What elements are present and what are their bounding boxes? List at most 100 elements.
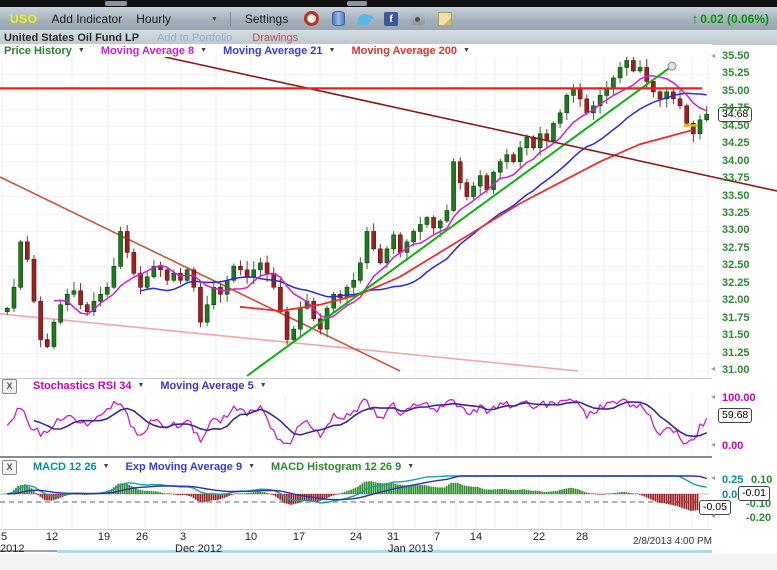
price-axis-label: 35.25 [722, 67, 772, 79]
x-axis-tick: 7 [424, 531, 450, 543]
note-icon[interactable] [438, 12, 452, 26]
x-axis-tick: 17 [286, 531, 312, 543]
symbol-subbar: United States Oil Fund LP Add to Portfol… [0, 30, 777, 45]
price-axis-label: 32.25 [722, 277, 772, 289]
hist-value-box: -0.01 [738, 486, 770, 501]
price-axis-label: 33.00 [722, 224, 772, 236]
x-axis-month: Dec 2012 [175, 543, 222, 555]
alarm-icon[interactable] [304, 11, 319, 26]
hist-axis-n020: -0.20 [746, 512, 771, 524]
macd-panel-header: X MACD 12 26 Exp Moving Average 9 MACD H… [0, 460, 712, 474]
price-axis-label: 34.50 [722, 120, 772, 132]
axis-marker-icon: ◂ [711, 440, 715, 449]
chevron-down-icon[interactable] [103, 461, 110, 473]
add-indicator-button[interactable]: Add Indicator [52, 12, 123, 26]
symbol-label[interactable]: USO [10, 12, 38, 26]
chevron-down-icon[interactable] [407, 461, 414, 473]
toolbar-divider [230, 12, 231, 26]
ma8-menu[interactable]: Moving Average 8 [101, 45, 194, 57]
chevron-down-icon[interactable] [260, 380, 267, 392]
x-axis-tick: 31 [380, 531, 406, 543]
price-axis-label: 35.50 [722, 50, 772, 62]
window-tab [105, 1, 127, 6]
close-icon[interactable]: X [2, 460, 17, 475]
x-axis-tick: 24 [343, 531, 369, 543]
up-arrow-icon [692, 12, 701, 26]
camera-icon[interactable] [411, 14, 425, 25]
toolbar-icons: f [304, 11, 452, 26]
facebook-icon[interactable]: f [384, 12, 398, 26]
hist-axis-010: 0.10 [751, 474, 772, 486]
price-chart[interactable] [0, 57, 777, 378]
twitter-icon[interactable] [358, 14, 371, 25]
stoch-menu[interactable]: Stochastics RSI 34 [33, 380, 131, 392]
x-axis-tick: 10 [238, 531, 264, 543]
price-axis-label: 31.75 [722, 312, 772, 324]
price-axis-label: 31.25 [722, 347, 772, 359]
panel-divider [0, 456, 712, 458]
chevron-down-icon[interactable] [329, 45, 336, 57]
chevron-down-icon[interactable] [463, 45, 470, 57]
bottom-margin [0, 554, 777, 570]
macd-ema-menu[interactable]: Exp Moving Average 9 [126, 461, 243, 473]
ma21-menu[interactable]: Moving Average 21 [223, 45, 322, 57]
x-axis-tick: 19 [91, 531, 117, 543]
close-icon[interactable]: X [2, 379, 17, 394]
axis-marker-icon: ◂ [711, 392, 715, 401]
window-top-strip [0, 0, 777, 7]
last-update-timestamp: 2/8/2013 4:00 PM [633, 536, 712, 547]
price-axis-label: 34.75 [722, 102, 772, 114]
timeframe-select[interactable]: Hourly [136, 12, 171, 26]
x-axis-tick: 3 [170, 531, 196, 543]
stoch-panel-header: X Stochastics RSI 34 Moving Average 5 [0, 379, 712, 393]
axis-divider [0, 529, 712, 530]
drawings-link[interactable]: Drawings [252, 32, 298, 44]
stoch-value-box: 59.68 [718, 408, 752, 423]
macd-menu[interactable]: MACD 12 26 [33, 461, 97, 473]
price-axis-label: 32.50 [722, 259, 772, 271]
chevron-down-icon[interactable] [200, 45, 207, 57]
macd-axis-025: 0.25 [722, 474, 743, 486]
price-history-menu[interactable]: Price History [4, 45, 72, 57]
price-axis-label: 32.75 [722, 242, 772, 254]
x-axis-tick: 5 [0, 531, 17, 543]
x-axis-month: 2012 [0, 543, 24, 555]
stochastics-chart[interactable] [0, 395, 712, 453]
price-axis-label: 33.75 [722, 172, 772, 184]
company-name: United States Oil Fund LP [4, 32, 139, 44]
x-axis-tick: 12 [39, 531, 65, 543]
price-axis-label: 33.50 [722, 190, 772, 202]
price-axis-label: 31.50 [722, 329, 772, 341]
ma200-menu[interactable]: Moving Average 200 [351, 45, 457, 57]
x-axis-tick: 28 [569, 531, 595, 543]
x-axis-tick: 22 [526, 531, 552, 543]
scan-icon[interactable] [332, 11, 345, 26]
price-axis-label: 33.25 [722, 207, 772, 219]
price-change: 0.02 (0.06%) [692, 7, 769, 30]
macd-chart[interactable] [0, 474, 712, 528]
macd-hist-menu[interactable]: MACD Histogram 12 26 9 [271, 461, 401, 473]
axis-marker-icon: ◂ [711, 473, 715, 482]
add-to-portfolio-link[interactable]: Add to Portfolio [157, 32, 232, 44]
chevron-down-icon[interactable] [248, 461, 255, 473]
chevron-down-icon[interactable] [211, 12, 218, 26]
axis-marker-icon: ◂ [711, 511, 715, 520]
x-axis-tick: 26 [129, 531, 155, 543]
settings-button[interactable]: Settings [245, 12, 288, 26]
charting-app: USO Add Indicator Hourly Settings f 0.02… [0, 0, 777, 570]
main-toolbar: USO Add Indicator Hourly Settings f 0.02… [0, 7, 777, 30]
stoch-axis-top: 100.00 [722, 392, 756, 404]
x-scrollbar[interactable] [57, 550, 712, 553]
axis-marker-icon: ◂ [711, 364, 715, 373]
price-axis-label: 34.00 [722, 155, 772, 167]
price-panel-header: Price History Moving Average 8 Moving Av… [0, 44, 712, 57]
chevron-down-icon[interactable] [78, 45, 85, 57]
x-axis-month: Jan 2013 [388, 543, 433, 555]
change-text: 0.02 (0.06%) [700, 12, 769, 26]
price-axis-label: 31.00 [722, 364, 772, 376]
stoch-ma-menu[interactable]: Moving Average 5 [160, 380, 253, 392]
price-axis-label: 35.00 [722, 85, 772, 97]
stoch-axis-bottom: 0.00 [722, 440, 743, 452]
window-tab [347, 1, 367, 6]
chevron-down-icon[interactable] [137, 380, 144, 392]
